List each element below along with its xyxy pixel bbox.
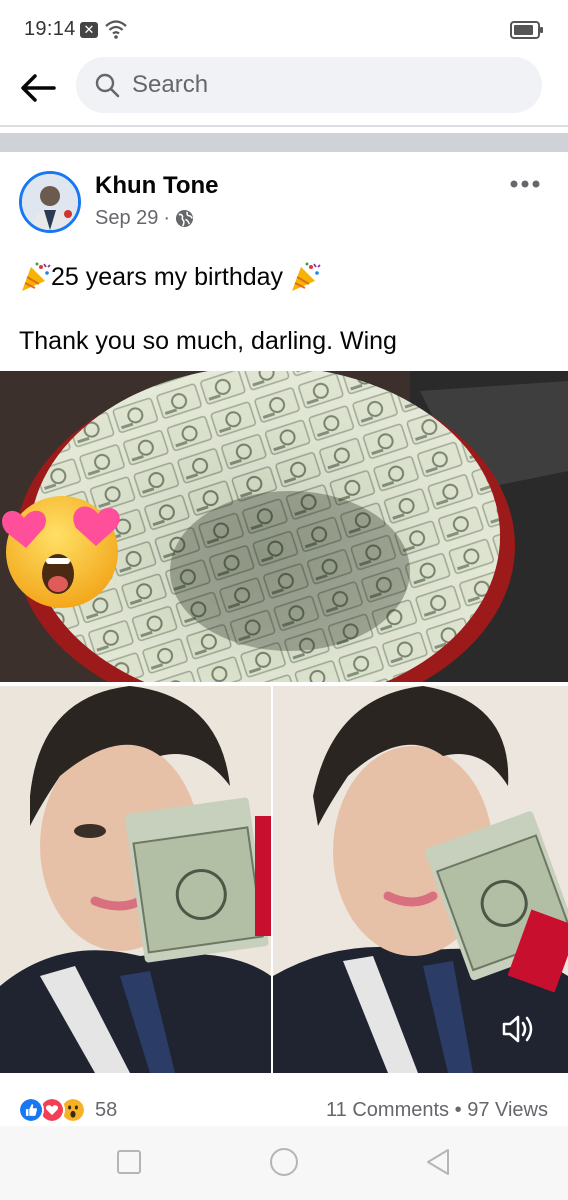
close-box-icon: ✕: [80, 22, 98, 38]
post-text-birthday: 25 years my birthday: [51, 262, 284, 291]
wifi-icon: [105, 20, 127, 39]
volume-icon[interactable]: [500, 1011, 536, 1047]
man-with-dollars-image-left: [0, 686, 271, 1073]
post-meta: Sep 29 ·: [95, 207, 194, 230]
avatar-image: [22, 174, 78, 230]
search-header: [0, 56, 568, 128]
post-text-line1: 25 years my birthday: [19, 261, 321, 293]
reaction-count: 58: [95, 1098, 118, 1121]
post-text-thanks: Thank you so much, darling. Wing: [19, 327, 397, 355]
reactions-summary[interactable]: 58: [18, 1097, 117, 1123]
meta-separator: ·: [163, 207, 171, 229]
search-input[interactable]: [132, 57, 512, 113]
square-icon[interactable]: [117, 1150, 141, 1174]
battery-icon: [510, 21, 543, 39]
search-icon: [95, 73, 120, 98]
author-name[interactable]: Khun Tone: [95, 172, 219, 200]
party-popper-icon: [22, 262, 51, 291]
post-stats: 11 Comments • 97 Views: [326, 1099, 548, 1122]
party-popper-icon: [292, 262, 321, 291]
views-count: 97 Views: [467, 1099, 548, 1121]
status-bar: 19:14 ✕: [0, 0, 568, 56]
comments-count[interactable]: 11 Comments: [326, 1099, 449, 1121]
back-button[interactable]: [16, 66, 60, 110]
search-box[interactable]: [76, 57, 542, 113]
heart-eyes-emoji-icon: [2, 496, 120, 608]
more-horizontal-icon[interactable]: [506, 172, 546, 196]
header-divider: [0, 125, 568, 127]
like-icon: [18, 1097, 44, 1123]
post-date[interactable]: Sep 29: [95, 207, 158, 230]
status-time: 19:14: [24, 18, 76, 40]
stats-separator: •: [454, 1099, 462, 1121]
arrow-left-icon: [21, 74, 56, 102]
section-divider: [0, 133, 568, 152]
circle-icon[interactable]: [270, 1148, 298, 1176]
system-nav-bar: [0, 1126, 568, 1200]
triangle-back-icon[interactable]: [424, 1146, 454, 1178]
globe-icon: [176, 209, 194, 228]
man-with-dollars-photo-left[interactable]: [0, 686, 271, 1073]
avatar[interactable]: [19, 171, 81, 233]
